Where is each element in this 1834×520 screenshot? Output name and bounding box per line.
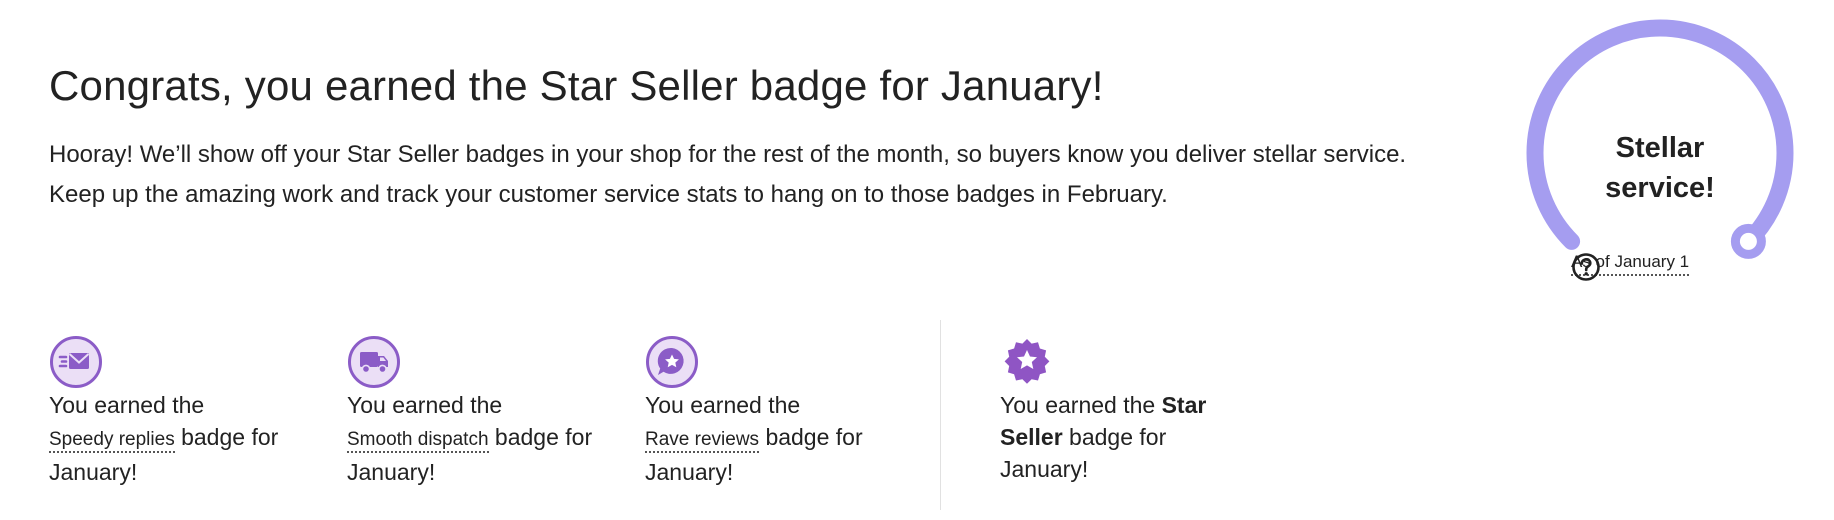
- smooth-dispatch-link[interactable]: Smooth dispatch: [347, 429, 489, 453]
- badge-text: You earned the Speedy replies badge for …: [49, 389, 309, 488]
- gauge-label: Stellar service!: [1500, 128, 1820, 208]
- badge-prefix: You earned the: [1000, 392, 1156, 418]
- badge-prefix: You earned the: [645, 392, 801, 418]
- rave-reviews-link[interactable]: Rave reviews: [645, 429, 760, 453]
- star-seller-banner: Congrats, you earned the Star Seller bad…: [0, 0, 1834, 520]
- star-seller-gauge: Stellar service! As of January 1: [1500, 18, 1820, 288]
- envelope-icon: [50, 336, 102, 388]
- gauge-label-line2: service!: [1605, 172, 1715, 204]
- badge-text: You earned the Smooth dispatch badge for…: [347, 389, 607, 488]
- badge-prefix: You earned the: [347, 392, 503, 418]
- as-of-row: As of January 1: [1571, 252, 1690, 281]
- gauge-label-line1: Stellar: [1615, 132, 1705, 164]
- badge-speedy-replies: You earned the Speedy replies badge for …: [49, 335, 309, 488]
- question-circle-icon[interactable]: [1571, 252, 1601, 282]
- gauge-end-knob: [1730, 223, 1766, 259]
- badge-prefix: You earned the: [49, 392, 205, 418]
- badge-divider: [940, 320, 941, 510]
- badge-smooth-dispatch: You earned the Smooth dispatch badge for…: [347, 335, 607, 488]
- page-title: Congrats, you earned the Star Seller bad…: [49, 62, 1104, 109]
- badge-star-seller: You earned the Star Seller badge for Jan…: [1000, 335, 1260, 485]
- badge-rave-reviews: You earned the Rave reviews badge for Ja…: [645, 335, 905, 488]
- intro-paragraph-2: Keep up the amazing work and track your …: [49, 181, 1168, 208]
- truck-icon: [348, 336, 400, 388]
- intro-paragraph-1: Hooray! We’ll show off your Star Seller …: [49, 141, 1407, 168]
- speedy-replies-link[interactable]: Speedy replies: [49, 429, 175, 453]
- badge-text: You earned the Rave reviews badge for Ja…: [645, 389, 905, 488]
- intro-text: Hooray! We’ll show off your Star Seller …: [49, 135, 1429, 215]
- badges-row: You earned the Speedy replies badge for …: [0, 320, 1834, 515]
- star-seller-icon: [1004, 339, 1050, 384]
- star-chat-icon: [646, 336, 698, 388]
- badge-text: You earned the Star Seller badge for Jan…: [1000, 389, 1260, 485]
